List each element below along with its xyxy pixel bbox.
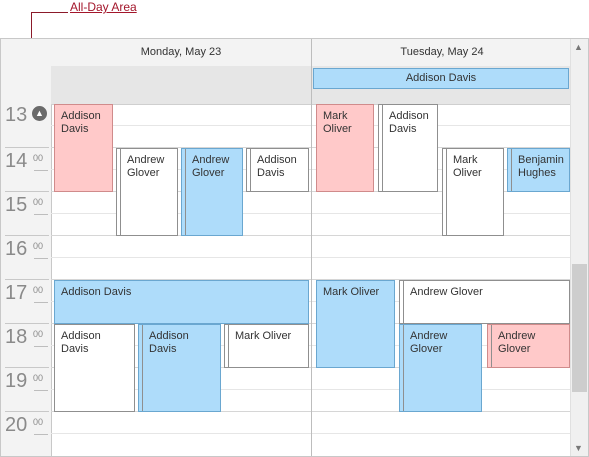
hour-label-17: 17 00 [5,282,44,304]
appointment[interactable]: Addison Davis [246,148,309,192]
hour-separator [5,235,49,236]
hour-separator [5,279,49,280]
hour-label-19: 19 00 [5,370,44,392]
appointment-status-strip [225,325,229,367]
hour-separator [5,147,49,148]
appointment[interactable]: Addison Davis [54,104,113,192]
callout-line-horizontal [31,12,68,13]
day-header-monday[interactable]: Monday, May 23 [51,39,312,66]
hour-label-18: 18 00 [5,326,44,348]
appointment-status-strip [488,325,492,367]
hour-label-20: 20 00 [5,414,44,436]
day-divider [311,66,312,104]
scroll-thumb[interactable] [572,264,587,392]
hour-tick [34,346,48,347]
appointment[interactable]: Addison Davis [378,104,438,192]
appointment[interactable]: Addison Davis [54,280,309,324]
appointment-title: Mark Oliver [453,154,482,179]
all-day-appointment[interactable]: Addison Davis [313,68,569,89]
day-view-calendar: 13 ▲ 1400 1500 1600 1700 1800 1900 [0,38,589,457]
appointment[interactable]: Andrew Glover [399,280,570,324]
appointment-title: Addison Davis [257,154,297,179]
hour-separator [5,191,49,192]
hour-separator [5,323,49,324]
day-divider [311,104,312,456]
hour-separator [5,367,49,368]
hour-label-15: 15 00 [5,194,44,216]
appointment-title: Andrew Glover [127,154,165,179]
chevron-up-icon[interactable]: ▲ [32,106,47,121]
appointment[interactable]: Mark Oliver [442,148,504,236]
all-day-area[interactable]: Addison Davis [51,66,572,105]
appointment-title: Mark Oliver [323,286,380,298]
appointment-title: Andrew Glover [410,330,448,355]
hour-label-16: 16 00 [5,238,44,260]
day-header-row: Monday, May 23 Tuesday, May 24 [51,39,572,67]
appointment-status-strip [117,149,121,235]
appointment-status-strip [379,105,383,191]
appointment[interactable]: Mark Oliver [316,104,374,192]
appointment-title: Andrew Glover [192,154,230,179]
hour-tick [34,258,48,259]
scroll-up-arrow-icon[interactable]: ▲ [574,42,583,52]
appointment-title: Addison Davis [61,330,101,355]
appointment-status-strip [247,149,251,191]
appointment[interactable]: Addison Davis [54,324,135,412]
appointment[interactable]: Benjamin Hughes [507,148,570,192]
hour-tick [34,434,48,435]
appointment[interactable]: Andrew Glover [399,324,482,412]
appointment[interactable]: Mark Oliver [316,280,395,368]
hour-tick [34,214,48,215]
appointment-title: Benjamin Hughes [518,154,564,179]
hour-separator [5,411,49,412]
appointment-status-strip [139,325,143,411]
appointment[interactable]: Andrew Glover [487,324,570,368]
day-header-tuesday[interactable]: Tuesday, May 24 [312,39,572,66]
hour-tick [34,302,48,303]
scroll-down-arrow-icon[interactable]: ▼ [574,443,583,453]
appointment-status-strip [400,281,404,323]
appointment[interactable]: Addison Davis [138,324,221,412]
hour-tick [34,170,48,171]
appointment-title: Mark Oliver [235,330,292,342]
appointment-title: Addison Davis [61,286,132,298]
appointment[interactable]: Andrew Glover [116,148,178,236]
time-grid[interactable]: Addison Davis Andrew Glover Andrew Glove… [51,104,572,456]
appointment-title: Addison Davis [61,110,101,135]
hour-tick [34,390,48,391]
vertical-scrollbar[interactable]: ▲ ▼ [570,39,588,456]
appointment-title: Addison Davis [389,110,429,135]
appointment-status-strip [400,325,404,411]
appointment-title: Addison Davis [149,330,189,355]
appointment-title: Andrew Glover [498,330,536,355]
appointment-status-strip [443,149,447,235]
appointment[interactable]: Mark Oliver [224,324,309,368]
hour-label-14: 14 00 [5,150,44,172]
time-ruler: 13 ▲ 1400 1500 1600 1700 1800 1900 [1,39,52,456]
appointment-title: Mark Oliver [323,110,352,135]
appointment-status-strip [508,149,512,191]
appointment-title: Andrew Glover [410,286,483,298]
all-day-area-callout: All-Day Area [70,0,137,14]
appointment[interactable]: Andrew Glover [181,148,243,236]
appointment-status-strip [182,149,186,235]
